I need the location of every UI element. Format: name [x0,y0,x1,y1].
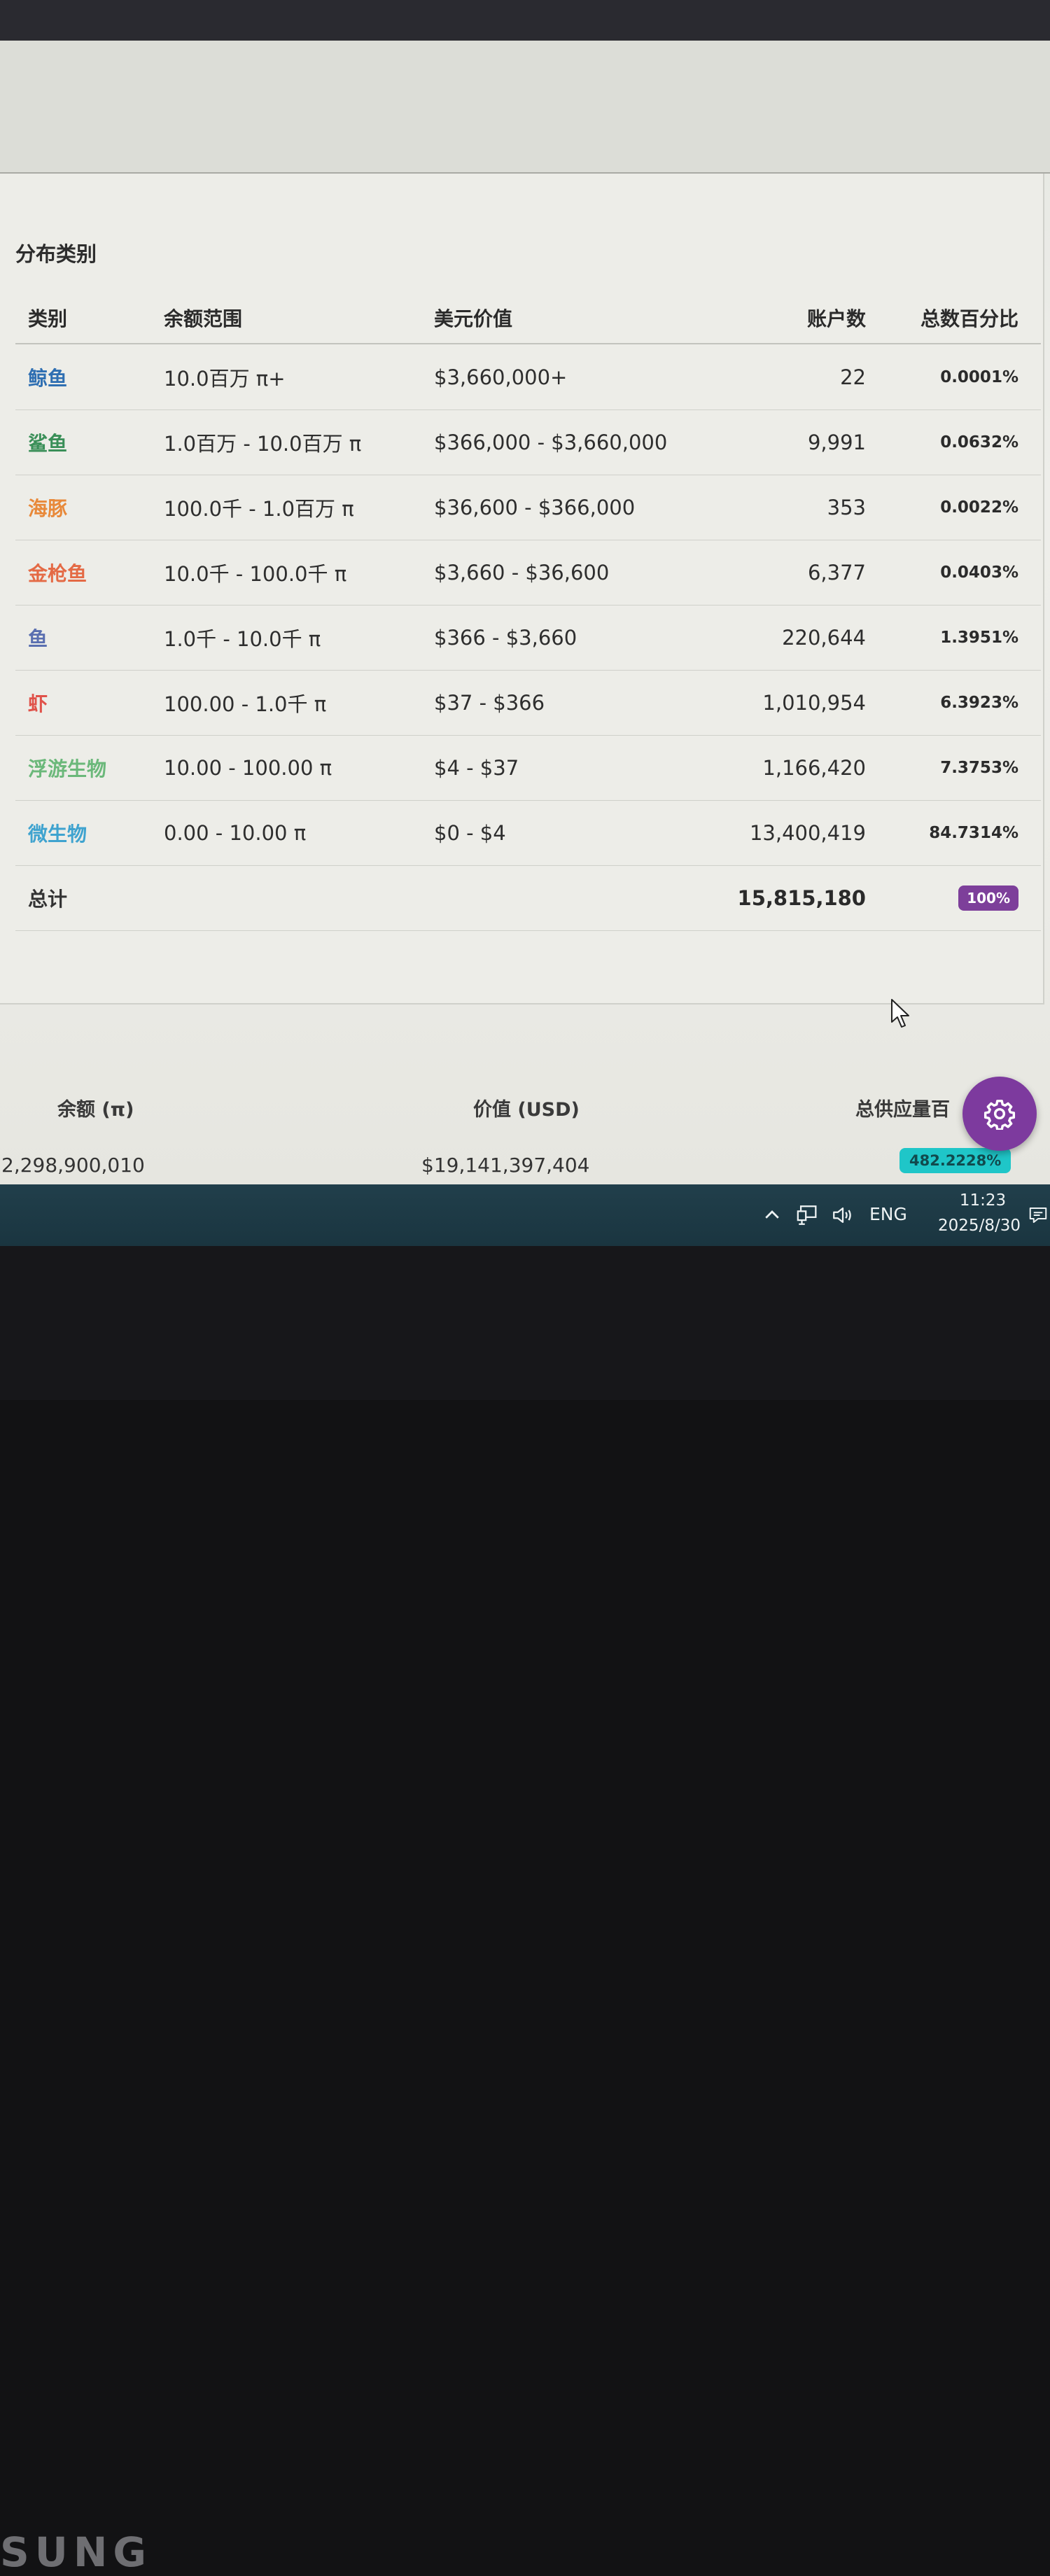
page-top-area [0,41,1050,174]
accounts-cell: 220,644 [782,626,866,650]
network-icon [797,1205,817,1225]
network-button[interactable] [795,1201,820,1229]
settings-button[interactable] [962,1077,1037,1151]
mouse-cursor-icon [891,999,909,1028]
header-usd-value[interactable]: 美元价值 [434,293,512,343]
total-percent-cell: 100% [958,866,1018,930]
notification-button[interactable] [1028,1201,1049,1229]
usd-value-cell: $36,600 - $366,000 [434,496,636,519]
balance-range-cell: 1.0百万 - 10.0百万 π [164,432,362,456]
accounts-cell: 9,991 [807,430,866,454]
percent-cell: 0.0632% [940,433,1018,451]
distribution-card: 分布类别 类别 余额范围 美元价值 账户数 总数百分比 鲸鱼 10.0百万 π+ $… [0,174,1044,1004]
balance-range-cell: 10.0百万 π+ [164,367,286,391]
category-cell[interactable]: 虾 [28,671,48,735]
header-accounts[interactable]: 账户数 [807,293,866,343]
header-balance-range[interactable]: 余额范围 [164,293,242,343]
category-cell[interactable]: 鲨鱼 [28,410,67,475]
table-row: 金枪鱼 10.0千 - 100.0千 π $3,660 - $36,600 6,377… [15,540,1041,606]
usd-value-cell: $3,660 - $36,600 [434,561,610,584]
clock-date[interactable]: 2025/8/30 [923,1217,1036,1235]
balance-range-cell: 10.00 - 100.00 π [164,756,332,780]
usd-value-cell: $0 - $4 [434,821,506,845]
balance-range-cell: 0.00 - 10.00 π [164,821,307,845]
table-total-row: 总计 15,815,180 100% [15,866,1041,931]
monitor-top-bezel [0,0,1050,43]
balance-range-cell: 100.00 - 1.0千 π [164,692,327,716]
header-category[interactable]: 类别 [28,293,67,343]
accounts-cell: 6,377 [807,561,866,584]
percent-cell: 0.0022% [940,498,1018,517]
percent-cell: 0.0001% [940,368,1018,386]
usd-value-cell: $4 - $37 [434,756,519,780]
chevron-up-icon [765,1210,779,1219]
volume-icon [833,1207,851,1224]
table-header: 类别 余额范围 美元价值 账户数 总数百分比 [15,293,1041,344]
percent-cell: 1.3951% [940,629,1018,647]
accounts-cell: 1,010,954 [762,691,866,715]
category-cell[interactable]: 海豚 [28,475,67,540]
header-percent[interactable]: 总数百分比 [920,293,1018,343]
settings-gear-icon [983,1100,1016,1130]
table-row: 虾 100.00 - 1.0千 π $37 - $366 1,010,954 6.392… [15,671,1041,736]
volume-button[interactable] [830,1201,855,1229]
table-row: 鲸鱼 10.0百万 π+ $3,660,000+ 22 0.0001% [15,345,1041,410]
supply-label: 总供应量百 [855,1099,950,1121]
table-row: 鱼 1.0千 - 10.0千 π $366 - $3,660 220,644 1.395… [15,606,1041,671]
screen: 分布类别 类别 余额范围 美元价值 账户数 总数百分比 鲸鱼 10.0百万 π+ $… [0,41,1050,1189]
total-accounts: 15,815,180 [737,886,866,910]
monitor-brand-logo: SUNG [0,2528,153,2576]
windows-taskbar: ENG 11:23 2025/8/30 [0,1184,1050,1246]
table-row: 浮游生物 10.00 - 100.00 π $4 - $37 1,166,420 7.3… [15,736,1041,801]
balance-range-cell: 100.0千 - 1.0百万 π [164,497,354,521]
table-row: 鲨鱼 1.0百万 - 10.0百万 π $366,000 - $3,660,000 9… [15,410,1041,475]
supply-percent-badge: 482.2228% [899,1148,1011,1173]
value-value: $19,141,397,404 [421,1154,590,1177]
monitor-bezel: SUNG [0,1246,1050,2576]
category-cell[interactable]: 金枪鱼 [28,540,87,605]
category-cell[interactable]: 浮游生物 [28,736,106,800]
summary-labels: 余额 (π) 价值 (USD) 总供应量百 [0,1094,1050,1122]
balance-range-cell: 1.0千 - 10.0千 π [164,627,321,651]
accounts-cell: 13,400,419 [749,821,866,845]
card-title: 分布类别 [15,242,97,266]
summary-values: 2,298,900,010 $19,141,397,404 [0,1154,1050,1182]
accounts-cell: 1,166,420 [762,756,866,780]
percent-cell: 0.0403% [940,564,1018,582]
balance-label: 余额 (π) [57,1099,134,1121]
balance-range-cell: 10.0千 - 100.0千 π [164,562,347,586]
accounts-cell: 353 [827,496,866,519]
language-indicator[interactable]: ENG [869,1204,907,1224]
percent-cell: 6.3923% [940,694,1018,712]
percent-cell: 7.3753% [940,759,1018,777]
notification-icon [1029,1208,1047,1223]
value-label: 价值 (USD) [473,1099,580,1121]
table-row: 海豚 100.0千 - 1.0百万 π $36,600 - $366,000 353 0… [15,475,1041,540]
category-cell[interactable]: 微生物 [28,801,87,865]
usd-value-cell: $3,660,000+ [434,365,568,389]
usd-value-cell: $37 - $366 [434,691,545,715]
category-cell[interactable]: 鱼 [28,606,48,670]
table-row: 微生物 0.00 - 10.00 π $0 - $4 13,400,419 84.731… [15,801,1041,866]
total-label: 总计 [28,888,68,911]
total-percent-badge: 100% [958,886,1018,911]
balance-value: 2,298,900,010 [1,1154,145,1177]
category-cell[interactable]: 鲸鱼 [28,345,67,410]
percent-cell: 84.7314% [929,824,1018,842]
clock-time[interactable]: 11:23 [944,1191,1022,1210]
accounts-cell: 22 [840,365,866,389]
usd-value-cell: $366,000 - $3,660,000 [434,430,668,454]
usd-value-cell: $366 - $3,660 [434,626,578,650]
show-hidden-icons-button[interactable] [762,1201,783,1229]
